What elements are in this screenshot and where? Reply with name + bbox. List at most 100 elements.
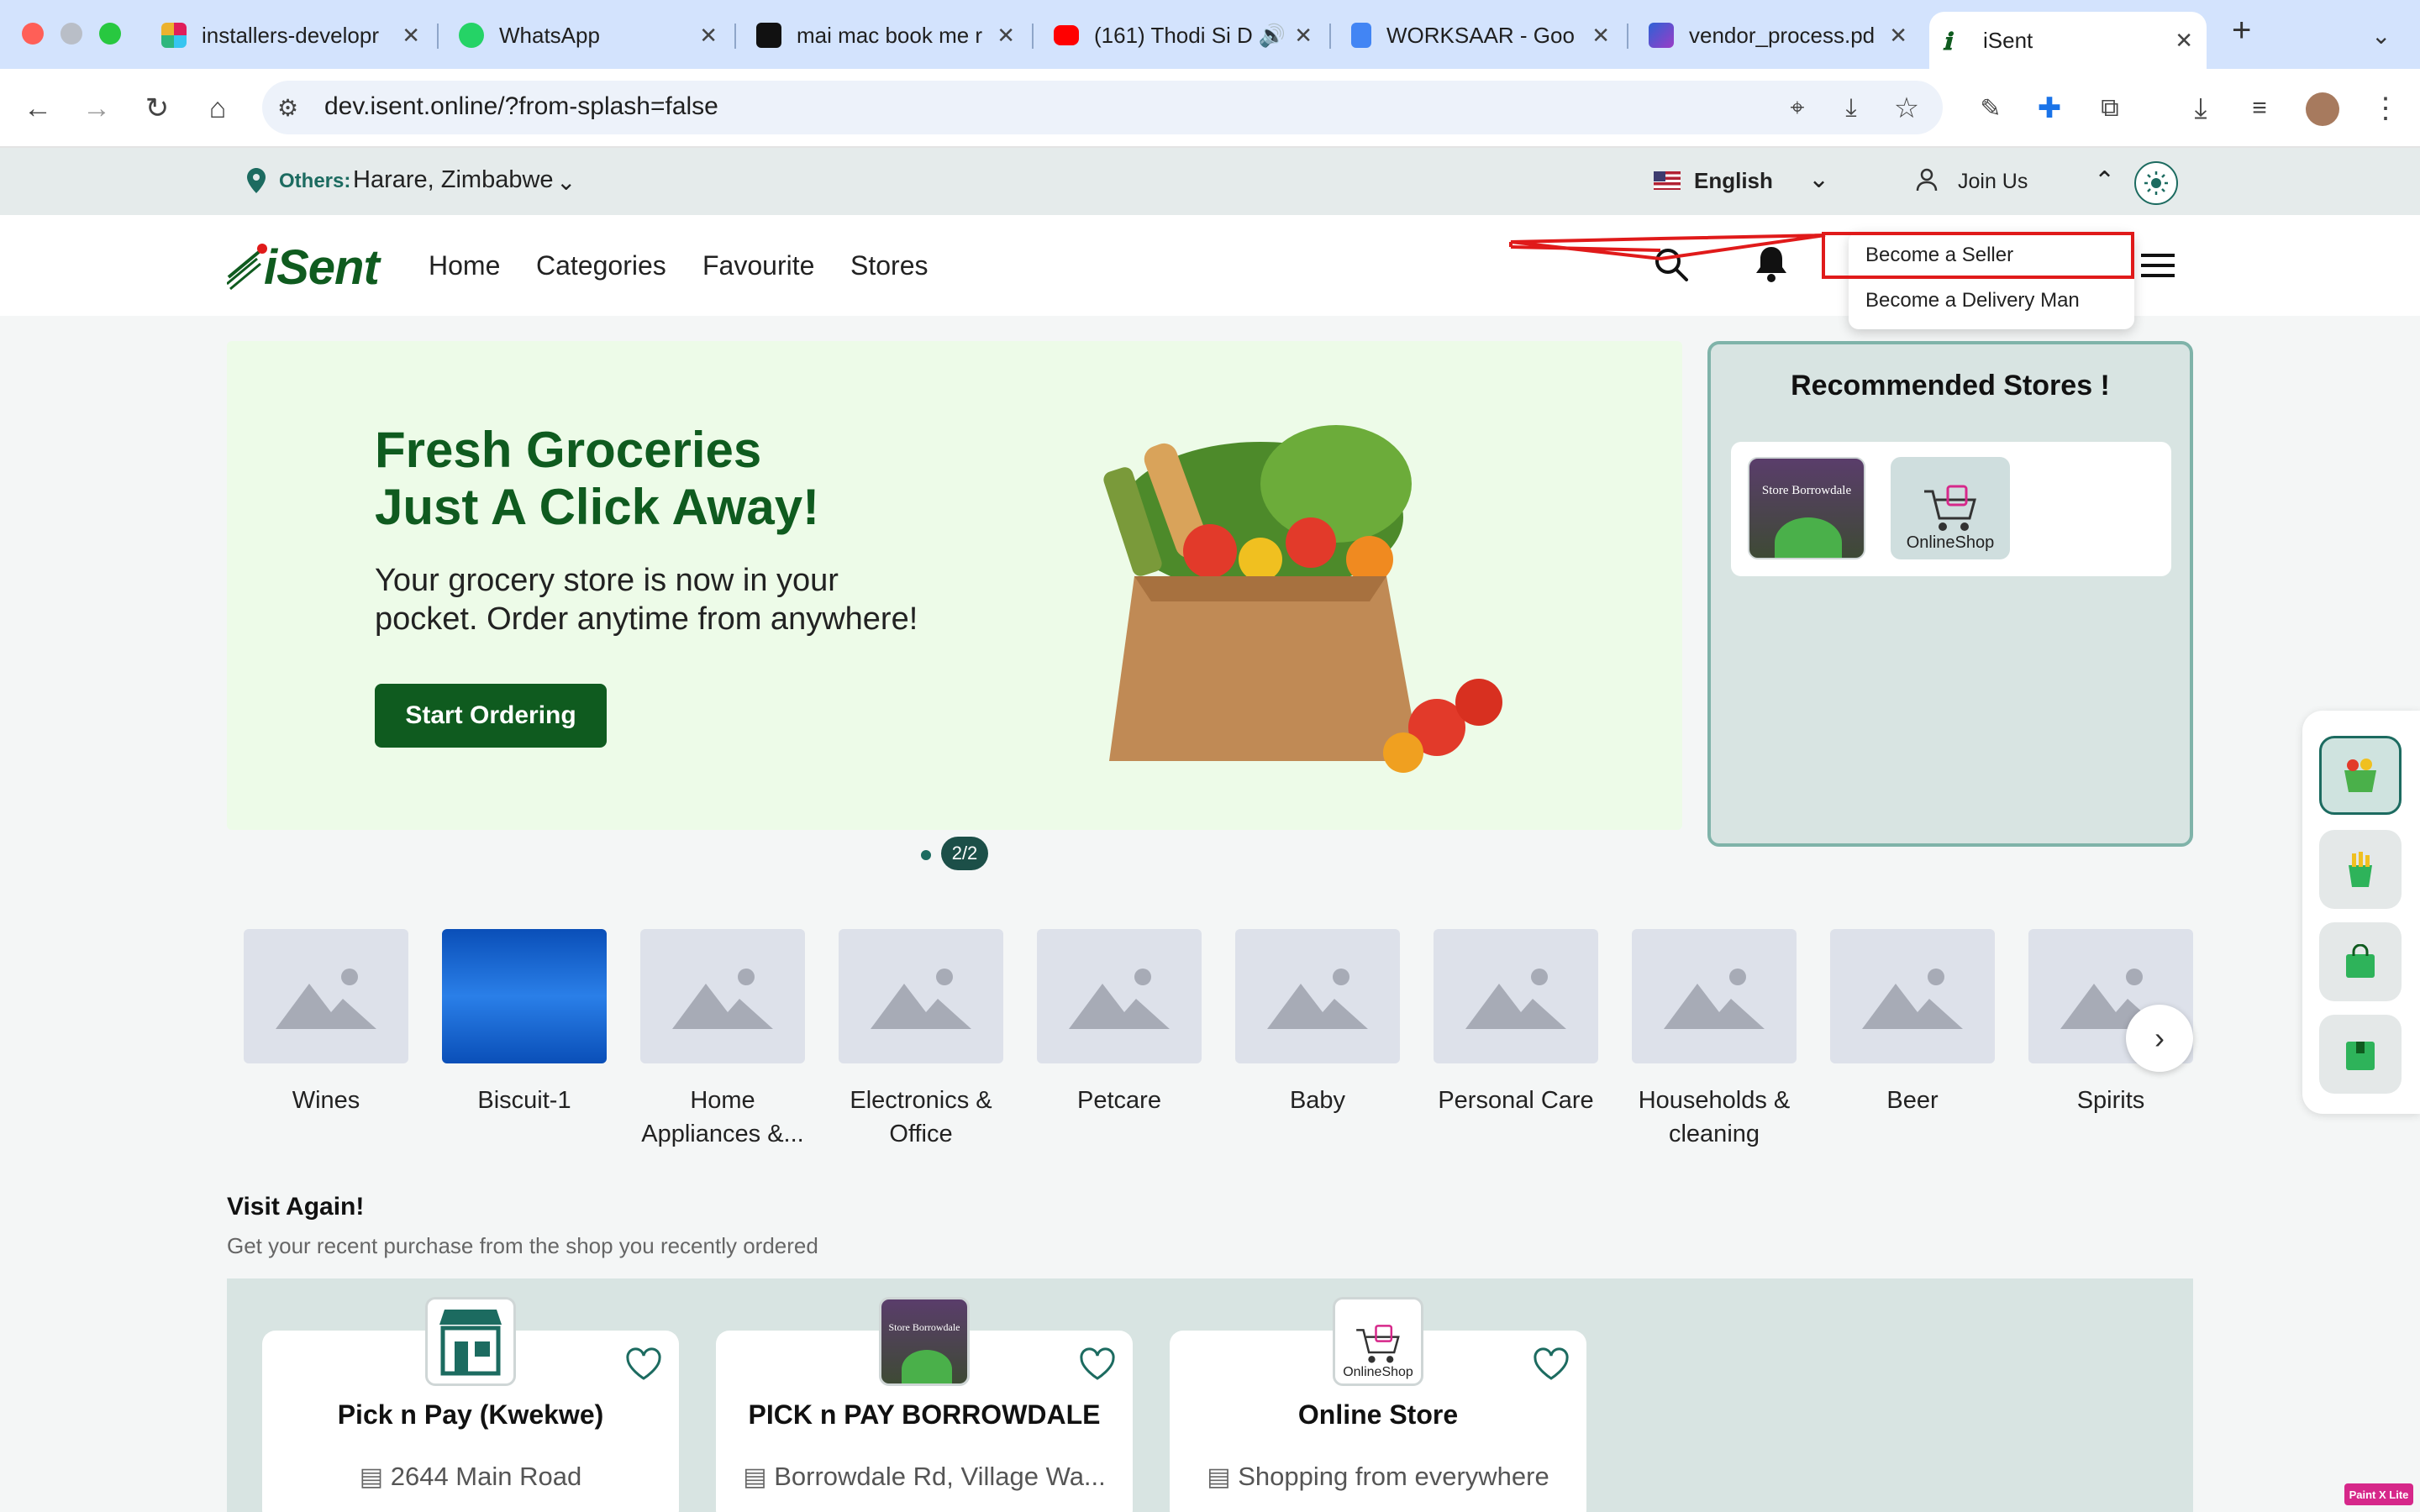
close-window-icon[interactable] xyxy=(22,23,44,45)
browser-tab[interactable]: (161) Thodi Si D 🔊 ✕ xyxy=(1040,12,1326,59)
bookmark-star-icon[interactable]: ☆ xyxy=(1886,87,1928,129)
store-logo-borrowdale[interactable]: Store Borrowdale xyxy=(1748,457,1865,559)
browser-tab[interactable]: mai mac book me r ✕ xyxy=(743,12,1028,59)
more-menu-icon[interactable]: ⋮ xyxy=(2365,87,2407,129)
profile-avatar[interactable] xyxy=(2306,92,2339,126)
maximize-window-icon[interactable] xyxy=(99,23,121,45)
nav-home[interactable]: Home xyxy=(429,250,500,281)
category-item[interactable]: Biscuit-1 xyxy=(442,929,607,1117)
carousel-dot[interactable] xyxy=(921,850,931,860)
store-card[interactable]: OnlineShop Online Store ▤ Shopping from … xyxy=(1170,1297,1586,1512)
hero-subtitle-line: pocket. Order anytime from anywhere! xyxy=(375,601,918,637)
isent-logo[interactable]: iSent xyxy=(227,240,380,295)
category-item[interactable]: Beer xyxy=(1830,929,1995,1117)
tab-title: (161) Thodi Si D xyxy=(1094,22,1253,48)
minimize-window-icon[interactable] xyxy=(60,23,82,45)
placeholder-image-icon xyxy=(839,929,1003,1063)
store-front-icon: ▤ xyxy=(1207,1463,1231,1491)
store-logo-text: Store Borrowdale xyxy=(1761,484,1852,497)
close-tab-icon[interactable]: ✕ xyxy=(1889,23,1907,49)
grocery-module-icon[interactable] xyxy=(2319,736,2402,815)
chevron-down-icon[interactable]: ⌄ xyxy=(556,168,576,196)
category-item[interactable]: Personal Care xyxy=(1434,929,1598,1117)
food-module-icon[interactable] xyxy=(2319,830,2402,909)
browser-tab[interactable]: WORKSAAR - Goo ✕ xyxy=(1338,12,1623,59)
category-item[interactable]: Home Appliances &... xyxy=(640,929,805,1151)
browser-tab[interactable]: WhatsApp ✕ xyxy=(445,12,731,59)
grocery-bag-image xyxy=(1103,425,1502,773)
media-controls-icon[interactable]: ≡ xyxy=(2238,87,2281,129)
tab-title: vendor_process.pd xyxy=(1689,22,1876,48)
tab-search-icon[interactable]: ⌄ xyxy=(2371,22,2391,50)
start-ordering-button[interactable]: Start Ordering xyxy=(375,684,607,748)
pdf-icon xyxy=(1649,23,1674,48)
placeholder-image-icon xyxy=(640,929,805,1063)
shop-module-icon[interactable] xyxy=(2319,922,2402,1001)
us-flag-icon xyxy=(1654,171,1681,190)
become-delivery-man-link[interactable]: Become a Delivery Man xyxy=(1865,289,2080,312)
url-text[interactable]: dev.isent.online/?from-splash=false xyxy=(324,92,718,121)
category-label: Biscuit-1 xyxy=(477,1087,571,1114)
isent-icon: ℹ xyxy=(1943,29,1952,55)
theme-toggle-sun-icon[interactable] xyxy=(2134,161,2178,205)
user-icon xyxy=(1916,168,1938,192)
close-tab-icon[interactable]: ✕ xyxy=(2175,28,2193,54)
carousel-pager: 2/2 xyxy=(941,837,988,870)
category-item[interactable]: Electronics & Office xyxy=(839,929,1003,1151)
store-logo-text: OnlineShop xyxy=(1906,533,1995,552)
store-address-text: Shopping from everywhere xyxy=(1238,1462,1549,1491)
category-item[interactable]: Baby xyxy=(1235,929,1400,1117)
category-label: Electronics & Office xyxy=(850,1087,992,1147)
location-icon[interactable]: ⌖ xyxy=(1776,87,1818,129)
download-icon[interactable]: ⤓ xyxy=(2180,87,2222,129)
location-selector[interactable]: Harare, Zimbabwe xyxy=(353,166,554,194)
shopping-cart-icon xyxy=(1924,485,1976,531)
store-card[interactable]: Pick n Pay (Kwekwe) ▤ 2644 Main Road xyxy=(262,1297,679,1512)
back-icon[interactable]: ← xyxy=(17,87,59,129)
nav-favourite[interactable]: Favourite xyxy=(702,250,814,281)
category-item[interactable]: Petcare xyxy=(1037,929,1202,1117)
hamburger-menu-icon[interactable] xyxy=(2141,252,2175,279)
new-tab-icon[interactable]: + xyxy=(2232,12,2251,50)
chevron-down-icon[interactable]: ⌄ xyxy=(1808,165,1829,194)
category-item[interactable]: Households & cleaning xyxy=(1632,929,1797,1151)
forward-icon[interactable]: → xyxy=(76,87,118,129)
store-address: ▤ 2644 Main Road xyxy=(262,1462,679,1492)
store-logo-onlineshop[interactable]: OnlineShop xyxy=(1891,457,2010,559)
store-logo xyxy=(425,1297,516,1386)
close-tab-icon[interactable]: ✕ xyxy=(699,23,718,49)
close-tab-icon[interactable]: ✕ xyxy=(997,23,1015,49)
close-tab-icon[interactable]: ✕ xyxy=(402,23,420,49)
browser-tab[interactable]: vendor_process.pd ✕ xyxy=(1635,12,1921,59)
store-card[interactable]: Store Borrowdale PICK n PAY BORROWDALE ▤… xyxy=(716,1297,1133,1512)
browser-tab-active[interactable]: ℹ iSent ✕ xyxy=(1929,12,2207,69)
tab-title: installers-developr xyxy=(202,22,379,48)
parcel-module-icon[interactable] xyxy=(2319,1015,2402,1094)
heart-favourite-icon[interactable] xyxy=(1533,1347,1570,1381)
heart-favourite-icon[interactable] xyxy=(1079,1347,1116,1381)
install-app-icon[interactable]: ⤓ xyxy=(1830,87,1872,129)
category-label: Baby xyxy=(1289,1087,1346,1114)
browser-tab[interactable]: installers-developr ✕ xyxy=(148,12,434,59)
chevron-up-icon[interactable]: ⌃ xyxy=(2094,166,2115,196)
chevron-right-icon[interactable]: › xyxy=(2126,1005,2193,1072)
category-label: Beer xyxy=(1886,1087,1939,1114)
nav-stores[interactable]: Stores xyxy=(850,250,928,281)
youtube-icon xyxy=(1054,25,1079,45)
extensions-icon[interactable]: ⧉ xyxy=(2089,87,2131,129)
heart-favourite-icon[interactable] xyxy=(625,1347,662,1381)
reload-icon[interactable]: ↻ xyxy=(136,87,178,129)
close-tab-icon[interactable]: ✕ xyxy=(1591,23,1610,49)
speaker-icon[interactable]: 🔊 xyxy=(1259,23,1286,49)
join-us-link[interactable]: Join Us xyxy=(1958,170,2028,194)
site-info-icon[interactable]: ⚙ xyxy=(277,94,298,122)
nav-categories[interactable]: Categories xyxy=(536,250,666,281)
category-item[interactable]: Wines xyxy=(244,929,408,1117)
google-docs-icon xyxy=(1351,23,1371,48)
language-selector[interactable]: English xyxy=(1694,168,1773,194)
close-tab-icon[interactable]: ✕ xyxy=(1294,23,1313,49)
home-icon[interactable]: ⌂ xyxy=(197,87,239,129)
extension-puzzle-icon[interactable]: ✚ xyxy=(2028,87,2070,129)
category-label: Home Appliances &... xyxy=(641,1087,804,1147)
eyedropper-icon[interactable]: ✎ xyxy=(1970,87,2012,129)
